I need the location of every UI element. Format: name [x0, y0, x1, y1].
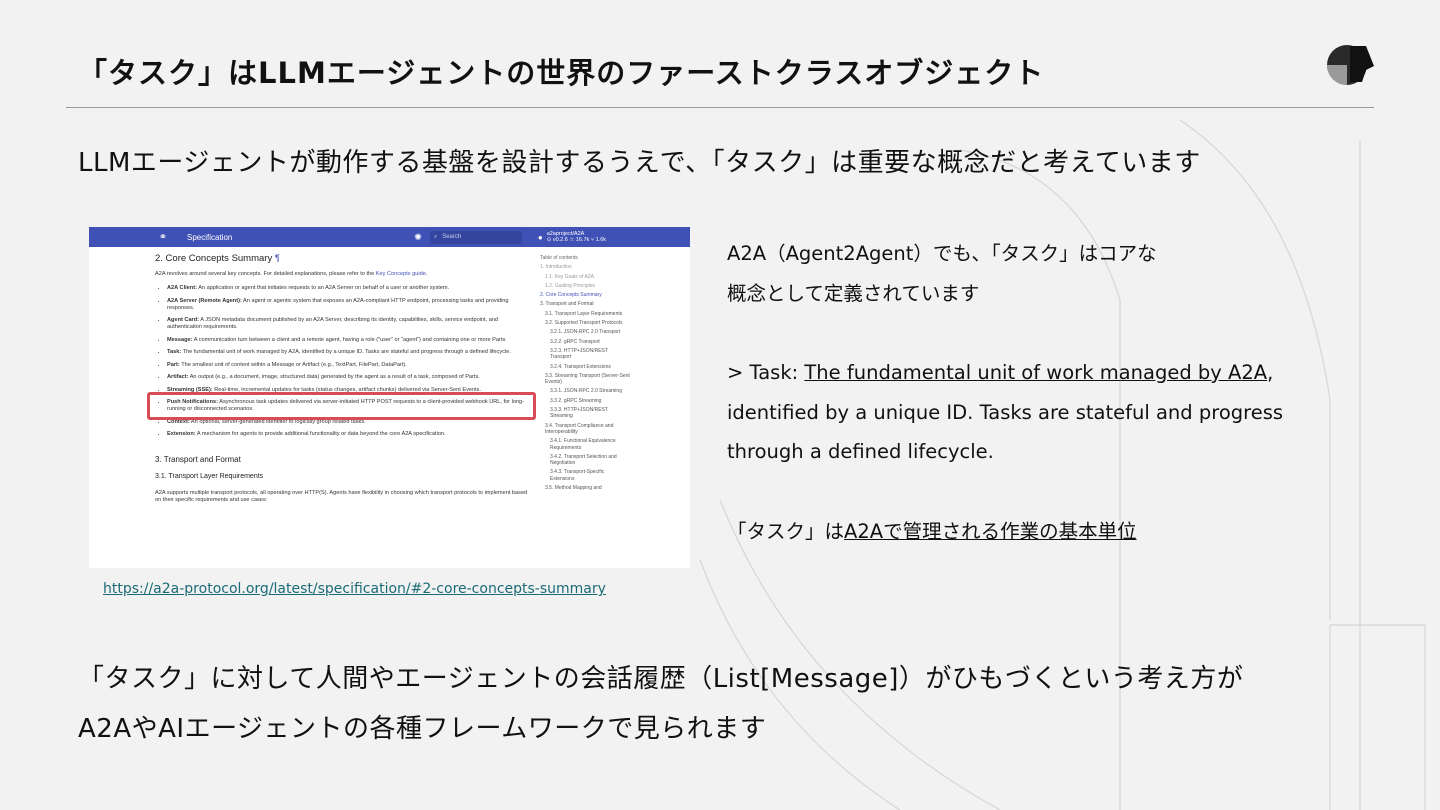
toc-item: 1.1. Key Goals of A2A	[545, 273, 594, 280]
concept-item: A2A Client: An application or agent that…	[167, 285, 531, 292]
spec-search-box: ⌕ Search	[429, 230, 522, 244]
spec-main-content: 2. Core Concepts Summary ¶ A2A revolves …	[155, 253, 531, 511]
jp-link[interactable]: A2Aで管理される作業の基本単位	[844, 520, 1137, 543]
concept-term: A2A Server (Remote Agent):	[167, 297, 242, 304]
task-highlight-box	[147, 392, 536, 420]
concept-item: Message: A communication turn between a …	[167, 337, 531, 344]
toc-list: 1. Introduction 1.1. Key Goals of A2A 1.2.…	[540, 264, 630, 491]
concept-desc: The smallest unit of content within a Me…	[179, 361, 407, 368]
toc-item: 3.4. Transport Compliance and Interopera…	[545, 422, 614, 435]
spec-intro: A2A revolves around several key concepts…	[155, 271, 531, 278]
bottom-line-1: 「タスク」に対して人間やエージェントの会話履歴（List[Message]）がひ…	[78, 664, 1244, 694]
toc-item: 3.3.3. HTTP+JSON/REST Streaming	[550, 407, 608, 420]
concept-item: Artifact: An output (e.g., a document, i…	[167, 374, 531, 381]
toc-item: 3.1. Transport Layer Requirements	[545, 310, 623, 317]
slide-title: 「タスク」はLLMエージェントの世界のファーストクラスオブジェクト	[78, 56, 1045, 90]
spec-section-heading-text: 2. Core Concepts Summary	[155, 253, 273, 264]
desc-line-1: A2A（Agent2Agent）でも、「タスク」はコアな	[727, 242, 1157, 265]
concept-term: Part:	[167, 361, 180, 368]
concept-item: Extension: A mechanism for agents to pro…	[167, 431, 531, 438]
spec-screenshot: ⚭ Specification ✺ ⌕ Search ● a2aproject/…	[89, 227, 690, 568]
key-concepts-link: Key Concepts guide	[375, 271, 426, 277]
toc-item: 3.4.1. Functional Equivalence Requiremen…	[550, 438, 616, 451]
concept-desc: An output (e.g., a document, image, stru…	[188, 374, 480, 380]
spec-intro-text: A2A revolves around several key concepts…	[155, 271, 376, 277]
concept-item: Part: The smallest unit of content withi…	[167, 362, 531, 369]
spec-h3: 3. Transport and Format	[155, 455, 241, 464]
concept-desc: A communication turn between a client an…	[192, 336, 507, 343]
concept-item: A2A Server (Remote Agent): An agent or a…	[167, 298, 531, 312]
toc-item: 3.3.2. gRPC Streaming	[550, 397, 602, 404]
permalink-icon: ¶	[274, 253, 280, 264]
quote-line-1: > Task: The fundamental unit of work man…	[727, 353, 1327, 393]
lead-text: LLMエージェントが動作する基盤を設計するうえで、「タスク」は重要な概念だと考え…	[78, 148, 1201, 178]
spec-section-heading: 2. Core Concepts Summary ¶	[155, 253, 531, 264]
quote-link[interactable]: The fundamental unit of work managed by …	[804, 361, 1267, 384]
bottom-line-2: A2AやAIエージェントの各種フレームワークで見られます	[78, 714, 767, 744]
spec-intro-end: .	[425, 271, 428, 277]
spec-nav-title: Specification	[187, 232, 233, 242]
concept-term: Artifact:	[167, 374, 189, 380]
jp-prefix: 「タスク」は	[727, 519, 845, 543]
toc-item: 3.2.4. Transport Extensions	[550, 363, 611, 370]
spec-paragraph: A2A supports multiple transport protocol…	[155, 490, 528, 503]
concept-desc: The fundamental unit of work managed by …	[181, 349, 511, 355]
concept-term: Task:	[167, 349, 182, 355]
table-of-contents: Table of contents 1. Introduction 1.1. Ke…	[540, 255, 630, 494]
concept-term: Agent Card:	[167, 317, 200, 323]
quote-line-2: identified by a unique ID. Tasks are sta…	[727, 400, 1284, 424]
concept-item-task: Task: The fundamental unit of work manag…	[167, 349, 531, 356]
spec-search-placeholder: Search	[442, 234, 462, 240]
concept-desc: An application or agent that initiates r…	[196, 285, 450, 291]
github-icon: ●	[537, 232, 543, 242]
concept-desc: A mechanism for agents to provide additi…	[195, 431, 446, 437]
theme-toggle-icon: ✺	[414, 231, 422, 242]
toc-item: 3.2. Supported Transport Protocols	[545, 320, 623, 327]
quote-line-3: through a defined lifecycle.	[727, 440, 994, 463]
source-url-link[interactable]: https://a2a-protocol.org/latest/specific…	[103, 581, 606, 597]
spec-nav-bar: ⚭ Specification ✺ ⌕ Search ● a2aproject/…	[89, 227, 690, 247]
a2a-description: A2A（Agent2Agent）でも、「タスク」はコアな 概念として定義されてい…	[727, 234, 1327, 551]
repo-stats: ⊙ v0.2.6 ☆ 16.7k ⑂ 1.6k	[546, 237, 606, 243]
toc-item: 3.2.1. JSON-RPC 2.0 Transport	[550, 329, 621, 336]
toc-item: 3.2.3. HTTP+JSON/REST Transport	[550, 347, 608, 361]
quote-rest: ,	[1267, 361, 1274, 384]
toc-item: 3.4.2. Transport Selection and Negotiati…	[550, 453, 617, 467]
desc-line-2: 概念として定義されています	[727, 281, 980, 305]
title-divider	[66, 107, 1374, 108]
concept-item: Agent Card: A JSON metadata document pub…	[167, 317, 531, 331]
github-repo-link: ● a2aproject/A2A ⊙ v0.2.6 ☆ 16.7k ⑂ 1.6k	[538, 231, 606, 243]
toc-item: 3.4.3. Transport-Specific Extensions	[550, 469, 605, 482]
quote-prefix: > Task:	[727, 361, 805, 384]
toc-item: 3.3.1. JSON-RPC 2.0 Streaming	[550, 388, 622, 395]
a2a-logo-icon: ⚭	[158, 231, 168, 243]
toc-item: 2. Core Concepts Summary	[540, 292, 602, 299]
concept-term: Extension:	[167, 431, 196, 437]
bottom-text: 「タスク」に対して人間やエージェントの会話履歴（List[Message]）がひ…	[78, 654, 1243, 754]
concept-term: Message:	[167, 336, 193, 343]
search-icon: ⌕	[433, 233, 438, 240]
toc-item: 1.2. Guiding Principles	[545, 282, 596, 289]
toc-title: Table of contents	[540, 255, 578, 261]
toc-item: 3.3. Streaming Transport (Server-Sent Ev…	[545, 372, 630, 386]
company-logo	[1327, 45, 1374, 85]
toc-item: 3.2.2. gRPC Transport	[550, 338, 600, 345]
concept-term: A2A Client:	[167, 285, 197, 291]
toc-item: 1. Introduction	[540, 264, 572, 271]
toc-item: 3.5. Method Mapping and	[545, 485, 602, 492]
spec-h4: 3.1. Transport Layer Requirements	[155, 473, 264, 480]
concept-desc: A JSON metadata document published by an…	[167, 317, 499, 330]
jp-translation: 「タスク」はA2Aで管理される作業の基本単位	[727, 512, 1327, 552]
toc-item: 3. Transport and Format	[540, 301, 594, 308]
